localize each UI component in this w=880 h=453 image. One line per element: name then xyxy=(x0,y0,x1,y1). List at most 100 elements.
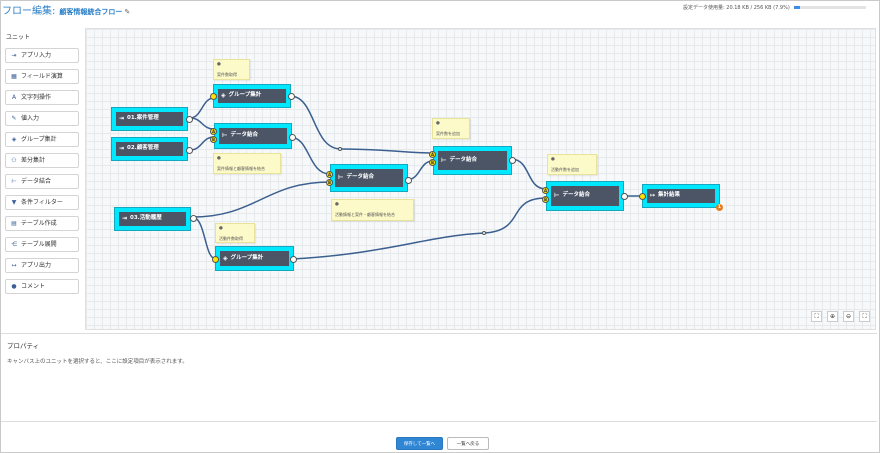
node-input-03[interactable]: ⇥ 03.活動履歴 xyxy=(114,207,197,231)
page-title: フロー編集: 顧客情報統合フロー ✎ xyxy=(2,2,130,17)
unit-condition-filter[interactable]: ▼ 条件フィルター xyxy=(5,195,79,210)
error-badge[interactable]: 1 xyxy=(716,204,723,211)
input-port-a[interactable]: A xyxy=(429,151,436,158)
unit-diff-agg[interactable]: ⚇ 差分集計 xyxy=(5,153,79,168)
sidebar-heading: ユニット xyxy=(6,34,31,41)
app-output-icon: ↦ xyxy=(650,192,656,199)
comment-note[interactable]: ● 活動情報と案件・顧客情報を結合 xyxy=(331,199,414,221)
comment-note[interactable]: ● 案件情報と顧客情報を結合 xyxy=(213,153,281,174)
output-port[interactable] xyxy=(186,147,193,154)
join-icon: ⊢ xyxy=(554,192,560,199)
app-input-icon: ⇥ xyxy=(119,145,125,152)
unit-comment[interactable]: ● コメント xyxy=(5,279,79,294)
unit-value-input[interactable]: ✎ 値入力 xyxy=(5,111,79,126)
join-icon: ⊢ xyxy=(222,132,228,139)
input-port[interactable] xyxy=(639,193,646,200)
output-port[interactable] xyxy=(290,256,297,263)
unit-app-input[interactable]: ⇥ アプリ入力 xyxy=(5,48,79,63)
node-group-agg-2[interactable]: ◈ グループ集計 xyxy=(212,246,297,271)
calculator-icon: ▦ xyxy=(11,73,17,80)
input-port-b[interactable]: B xyxy=(326,179,333,186)
comment-note[interactable]: ● 活動件数を追加 xyxy=(547,154,597,175)
comment-note[interactable]: ● 案件数を追加 xyxy=(432,118,470,139)
comment-icon: ● xyxy=(11,283,17,290)
wire-in1-group1 xyxy=(189,97,215,119)
input-port-a[interactable]: A xyxy=(210,128,217,135)
input-port-b[interactable]: B xyxy=(542,196,549,203)
output-port[interactable] xyxy=(621,193,628,200)
node-data-join-1[interactable]: ⊢ データ結合 A B xyxy=(210,123,296,149)
wire-joint[interactable] xyxy=(482,231,486,235)
output-port[interactable] xyxy=(405,177,412,184)
expand-icon: ⋲ xyxy=(11,241,17,248)
app-output-icon: ↦ xyxy=(11,262,17,269)
layers-icon: ◈ xyxy=(11,136,17,143)
comment-icon: ● xyxy=(551,157,555,162)
wire-in3-group2 xyxy=(191,216,217,260)
diff-icon: ⚇ xyxy=(11,157,17,164)
wire-in1-join1 xyxy=(189,117,215,130)
output-port[interactable] xyxy=(289,134,296,141)
node-output[interactable]: ↦ 集計結果 1 xyxy=(639,184,723,211)
input-port[interactable] xyxy=(212,256,219,263)
input-port[interactable] xyxy=(210,93,217,100)
unit-table-expand[interactable]: ⋲ テーブル展開 xyxy=(5,237,79,252)
node-data-join-2[interactable]: ⊢ データ結合 A B xyxy=(326,164,412,192)
connection-wires xyxy=(189,95,643,260)
output-port[interactable] xyxy=(190,215,197,222)
unit-group-agg[interactable]: ◈ グループ集計 xyxy=(5,132,79,147)
unit-data-join[interactable]: ⊢ データ結合 xyxy=(5,174,79,189)
wire-join3-join4 xyxy=(510,158,547,190)
input-port-b[interactable]: B xyxy=(210,136,217,143)
flow-canvas[interactable]: ⇥ 01.案件管理 ⇥ 02.顧客管理 ⇥ 03.活動履歴 ◈ グループ集計 ⊢ データ結… xyxy=(85,28,876,330)
join-icon: ⊢ xyxy=(441,156,447,164)
node-data-join-3[interactable]: ⊢ データ結合 A B xyxy=(429,146,516,175)
join-icon: ⊢ xyxy=(11,178,17,185)
properties-hint: キャンバス上のユニットを選択すると、ここに設定項目が表示されます。 xyxy=(7,359,188,365)
layers-icon: ◈ xyxy=(223,254,228,262)
footer-bar: 保存して一覧へ 一覧へ戻る xyxy=(1,421,877,452)
input-port-b[interactable]: B xyxy=(429,159,436,166)
input-port-a[interactable]: A xyxy=(326,171,333,178)
node-group-agg-1[interactable]: ◈ グループ集計 xyxy=(210,84,295,108)
save-and-list-button[interactable]: 保存して一覧へ xyxy=(396,437,443,450)
edit-icon: ✎ xyxy=(11,115,17,122)
app-input-icon: ⇥ xyxy=(11,52,17,59)
wire-join1-join2 xyxy=(289,136,331,175)
layers-icon: ◈ xyxy=(221,92,226,99)
fit-to-screen-icon[interactable]: ⛶ xyxy=(811,311,822,322)
zoom-out-icon[interactable]: ⊖ xyxy=(843,311,854,322)
comment-note[interactable]: ● 活動件数取得 xyxy=(215,223,255,243)
output-port[interactable] xyxy=(288,93,295,100)
fullscreen-icon[interactable]: ⛶ xyxy=(859,311,870,322)
page-header: フロー編集: 顧客情報統合フロー ✎ 設定データ使用量: 20.18 KB / 25… xyxy=(0,0,880,18)
comment-note[interactable]: ● 案件数取得 xyxy=(213,59,250,80)
app-input-icon: ⇥ xyxy=(119,115,125,122)
properties-panel: プロパティ キャンバス上のユニットを選択すると、ここに設定項目が表示されます。 xyxy=(1,333,877,422)
join-icon: ⊢ xyxy=(338,174,344,181)
output-port[interactable] xyxy=(509,157,516,164)
filter-icon: ▼ xyxy=(11,199,17,206)
pencil-icon[interactable]: ✎ xyxy=(124,8,130,16)
node-data-join-4[interactable]: ⊢ データ結合 A B xyxy=(542,181,628,211)
node-input-02[interactable]: ⇥ 02.顧客管理 xyxy=(111,137,193,161)
wire-group1-join3 xyxy=(289,95,434,154)
wire-joint[interactable] xyxy=(338,147,342,151)
comment-icon: ● xyxy=(219,226,223,231)
input-port-a[interactable]: A xyxy=(542,187,549,194)
unit-app-output[interactable]: ↦ アプリ出力 xyxy=(5,258,79,273)
back-to-list-button[interactable]: 一覧へ戻る xyxy=(447,437,489,450)
output-port[interactable] xyxy=(186,116,193,123)
comment-icon: ● xyxy=(217,62,221,67)
unit-string-op[interactable]: A 文字列操作 xyxy=(5,90,79,105)
unit-field-calc[interactable]: ▦ フィールド演算 xyxy=(5,69,79,84)
text-icon: A xyxy=(11,94,17,101)
app-input-icon: ⇥ xyxy=(122,215,128,222)
unit-table-create[interactable]: ▤ テーブル作成 xyxy=(5,216,79,231)
node-input-01[interactable]: ⇥ 01.案件管理 xyxy=(111,107,193,131)
usage-text: 設定データ使用量: 20.18 KB / 256 KB (7.9%) xyxy=(683,5,790,11)
wire-in3-join2 xyxy=(191,181,331,218)
comment-icon: ● xyxy=(436,121,440,126)
zoom-in-icon[interactable]: ⊕ xyxy=(827,311,838,322)
usage-progress-bar xyxy=(794,6,866,9)
